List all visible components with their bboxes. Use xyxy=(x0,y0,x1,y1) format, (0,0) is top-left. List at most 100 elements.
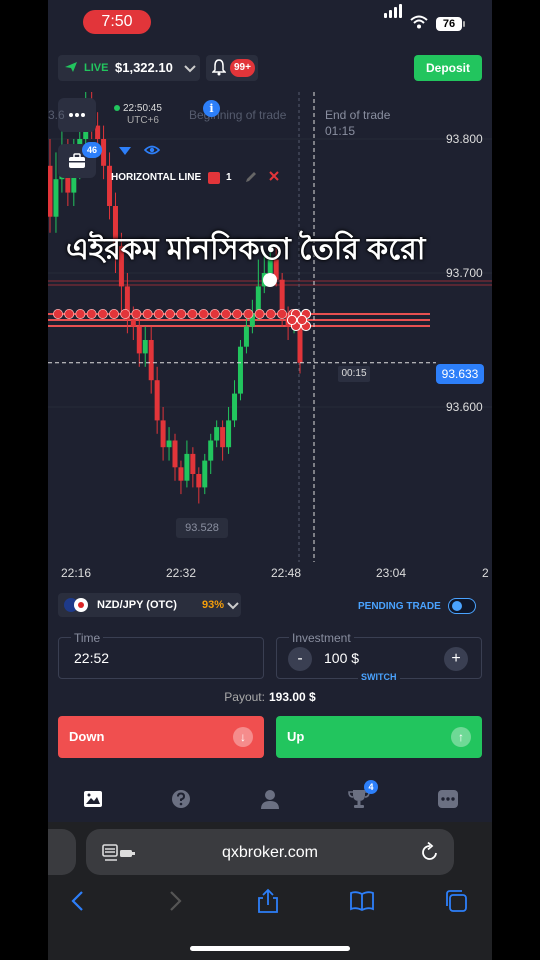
server-time-value: 22:50:45 xyxy=(123,103,162,114)
trade-marker xyxy=(243,308,254,319)
candle-body xyxy=(220,427,226,448)
time-field-value[interactable]: 22:52 xyxy=(74,650,109,666)
up-button[interactable]: Up ↑ xyxy=(276,716,482,758)
down-button[interactable]: Down ↓ xyxy=(58,716,264,758)
arrow-up-icon: ↑ xyxy=(451,727,471,747)
forward-icon[interactable] xyxy=(161,888,187,914)
price-chart[interactable]: 46 22:50:45 UTC+6 Beginning of trade i E… xyxy=(48,92,492,592)
jp-flag-icon xyxy=(74,598,88,612)
switch-currency-button[interactable]: SWITCH xyxy=(358,672,400,682)
low-price-label: 93.528 xyxy=(176,518,228,538)
nav-chart[interactable] xyxy=(82,788,104,810)
question-icon xyxy=(172,790,190,808)
trade-marker xyxy=(286,314,298,326)
decrease-investment-button[interactable]: - xyxy=(288,647,312,671)
candle-body xyxy=(208,440,214,461)
trade-marker xyxy=(209,308,220,319)
candle-body xyxy=(232,393,238,421)
trade-marker xyxy=(276,308,287,319)
chart-canvas[interactable] xyxy=(48,92,492,592)
more-icon xyxy=(438,790,458,808)
tabs-icon[interactable] xyxy=(443,888,469,914)
candle-body xyxy=(279,279,285,314)
asset-payout-percent: 93% xyxy=(202,599,225,611)
bottom-nav: 4 xyxy=(48,778,492,822)
status-time: 7:50 xyxy=(83,10,151,34)
x-tick-label: 22:48 xyxy=(271,566,302,580)
trade-marker xyxy=(232,308,243,319)
account-mode: LIVE xyxy=(84,62,109,74)
candle-body xyxy=(243,326,249,347)
asset-selector[interactable]: NZD/JPY (OTC) 93% xyxy=(58,593,241,617)
trade-marker xyxy=(109,308,120,319)
nav-tournaments[interactable]: 4 xyxy=(348,780,378,810)
portfolio-count-badge: 46 xyxy=(82,142,102,158)
trade-marker xyxy=(53,308,63,319)
balance-value: $1,322.10 xyxy=(115,60,173,75)
trade-marker xyxy=(187,308,198,319)
info-icon[interactable]: i xyxy=(203,100,220,117)
horizontal-line-color[interactable] xyxy=(208,172,220,184)
end-of-trade-time: 01:15 xyxy=(325,124,356,138)
trade-marker xyxy=(265,308,276,319)
status-bar: 7:50 76 xyxy=(48,0,492,46)
chevron-down-icon xyxy=(183,57,197,82)
pending-trade-toggle[interactable] xyxy=(448,598,476,614)
candle-body xyxy=(178,467,184,481)
candle-body xyxy=(190,453,196,474)
nav-more[interactable] xyxy=(437,788,459,810)
app-screen: 7:50 76 LIVE $1,322.10 99+ Deposit 46 22… xyxy=(48,0,492,960)
account-balance-selector[interactable]: LIVE $1,322.10 xyxy=(58,55,200,81)
close-icon[interactable] xyxy=(268,169,280,186)
price-label: 93.800 xyxy=(446,132,483,146)
candle-body xyxy=(226,420,232,448)
portfolio-button[interactable]: 46 xyxy=(58,142,102,178)
x-tick-label: 22:32 xyxy=(166,566,197,580)
battery-icon: 76 xyxy=(436,17,462,31)
payout-value: 193.00 $ xyxy=(268,690,316,704)
candle-body xyxy=(154,380,160,421)
server-time: 22:50:45 xyxy=(114,103,162,115)
address-bar[interactable]: qxbroker.com xyxy=(86,829,454,875)
end-of-trade-label: End of trade xyxy=(325,108,391,122)
triangle-down-icon[interactable] xyxy=(118,144,132,162)
image-icon xyxy=(84,791,102,807)
investment-field-label: Investment xyxy=(289,631,354,645)
pencil-icon[interactable] xyxy=(244,170,258,187)
notifications-button[interactable]: 99+ xyxy=(206,55,258,81)
reload-icon[interactable] xyxy=(420,841,440,868)
candle-body xyxy=(172,440,178,468)
investment-value[interactable]: 100 $ xyxy=(324,650,359,666)
browser-toolbar: qxbroker.com xyxy=(48,822,492,960)
share-icon[interactable] xyxy=(255,888,281,914)
nav-help[interactable] xyxy=(170,788,192,810)
deposit-button[interactable]: Deposit xyxy=(414,55,482,81)
trade-marker xyxy=(165,308,176,319)
candle-body xyxy=(142,340,148,354)
url-text[interactable]: qxbroker.com xyxy=(86,844,454,862)
nav-profile[interactable] xyxy=(259,788,281,810)
candle-body xyxy=(196,474,202,488)
battery-tip xyxy=(463,21,465,27)
increase-investment-button[interactable]: + xyxy=(444,647,468,671)
bell-icon xyxy=(211,59,227,81)
candle-body xyxy=(53,179,59,217)
back-icon[interactable] xyxy=(66,888,92,914)
trade-marker xyxy=(176,308,187,319)
candle-body xyxy=(166,440,172,448)
arrow-down-icon: ↓ xyxy=(233,727,253,747)
trade-marker xyxy=(64,308,75,319)
video-caption: এইরকম মানসিকতা তৈরি করো xyxy=(66,233,426,266)
send-icon xyxy=(64,61,78,76)
bookmarks-icon[interactable] xyxy=(349,888,375,914)
trade-marker xyxy=(120,308,131,319)
candle-body xyxy=(48,165,53,217)
trade-marker xyxy=(86,308,97,319)
previous-tab-preview[interactable] xyxy=(48,829,76,875)
trade-marker xyxy=(142,308,153,319)
chart-tools xyxy=(112,138,168,164)
eye-icon[interactable] xyxy=(143,143,161,162)
wifi-icon xyxy=(410,15,428,33)
trade-marker xyxy=(296,314,308,326)
notification-badge: 99+ xyxy=(230,59,255,77)
